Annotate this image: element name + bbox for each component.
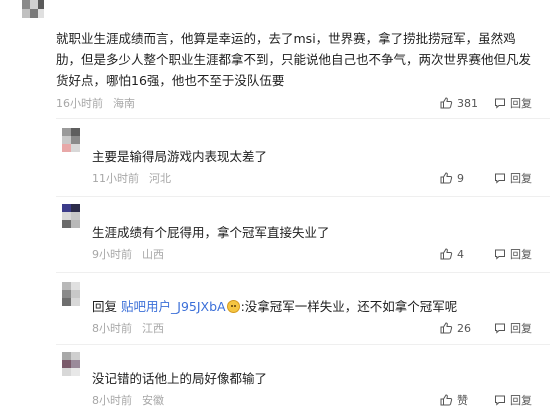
reply-label: 回复 <box>510 248 532 261</box>
comment-bubble-icon <box>495 98 505 109</box>
reply-actions: 4 回复 <box>440 246 532 262</box>
comment-actions: 381 回复 <box>440 95 532 111</box>
avatar[interactable] <box>62 128 80 152</box>
avatar-tile <box>71 136 80 144</box>
thumbs-up-icon <box>440 97 453 109</box>
reply-prefix: 回复 <box>92 299 118 314</box>
like-button[interactable]: 4 <box>440 248 480 261</box>
comment-bubble-icon <box>495 395 505 406</box>
avatar-tile <box>71 212 80 220</box>
comment-time: 16小时前 <box>56 97 103 110</box>
avatar[interactable] <box>62 352 80 376</box>
reply-location: 山西 <box>142 248 164 261</box>
divider <box>56 344 550 345</box>
reply-label: 回复 <box>510 322 532 335</box>
avatar-tile <box>71 204 80 212</box>
reply-time: 8小时前 <box>92 322 132 335</box>
avatar-tile <box>62 282 71 290</box>
thumbs-up-icon <box>440 172 453 184</box>
avatar-tile <box>71 282 80 290</box>
avatar-tile <box>71 290 80 298</box>
reply-location: 江西 <box>142 322 164 335</box>
like-count: 赞 <box>457 394 468 407</box>
reply-button[interactable]: 回复 <box>494 320 532 336</box>
like-count: 4 <box>457 247 464 261</box>
reply-actions: 26 回复 <box>440 320 532 336</box>
reply-button[interactable]: 回复 <box>494 170 532 186</box>
reply-time: 9小时前 <box>92 248 132 261</box>
like-count: 9 <box>457 171 464 185</box>
like-button[interactable]: 381 <box>440 97 480 110</box>
like-button[interactable]: 赞 <box>440 392 480 408</box>
reply-body: :没拿冠军一样失业，还不如拿个冠军呢 <box>240 299 458 314</box>
thumbs-up-icon <box>440 394 453 406</box>
thumbs-up-icon <box>440 248 453 260</box>
username-link[interactable]: 贴吧用户_J95JXbA <box>121 299 226 314</box>
divider <box>56 196 550 197</box>
avatar-tile <box>62 352 71 360</box>
divider <box>56 118 550 119</box>
avatar-tile <box>62 144 71 152</box>
reply-text: 生涯成绩有个屁得用，拿个冠军直接失业了 <box>92 225 330 240</box>
avatar-tile <box>71 128 80 136</box>
thumbs-up-icon <box>440 322 453 334</box>
avatar-tile <box>62 360 71 368</box>
like-button[interactable]: 9 <box>440 172 480 185</box>
avatar-tile <box>62 220 71 228</box>
avatar-tile <box>71 144 80 152</box>
reply-button[interactable]: 回复 <box>494 392 532 408</box>
like-count: 26 <box>457 321 471 335</box>
reply-text: 回复 贴吧用户_J95JXbA :没拿冠军一样失业，还不如拿个冠军呢 <box>92 296 457 315</box>
like-count: 381 <box>457 96 478 110</box>
comment-bubble-icon <box>495 323 505 334</box>
reply-location: 河北 <box>149 172 171 185</box>
reply-time: 11小时前 <box>92 172 139 185</box>
reply-button[interactable]: 回复 <box>494 246 532 262</box>
reply-actions: 赞 回复 <box>440 392 532 408</box>
reply-meta: 8小时前 安徽 <box>92 392 164 408</box>
reply-button[interactable]: 回复 <box>494 95 532 111</box>
avatar-tile <box>71 220 80 228</box>
divider <box>56 272 550 273</box>
avatar-tile <box>62 212 71 220</box>
reply-meta: 8小时前 江西 <box>92 320 164 336</box>
comment-bubble-icon <box>495 173 505 184</box>
avatar-tile <box>62 298 71 306</box>
reply-text: 没记错的话他上的局好像都输了 <box>92 371 268 386</box>
reply-text: 主要是输得局游戏内表现太差了 <box>92 149 268 164</box>
reply-location: 安徽 <box>142 394 164 407</box>
reply-actions: 9 回复 <box>440 170 532 186</box>
avatar[interactable] <box>62 204 80 228</box>
comment-meta: 16小时前 海南 <box>56 95 135 111</box>
reply-meta: 9小时前 山西 <box>92 246 164 262</box>
avatar-tile <box>62 290 71 298</box>
avatar-tile <box>71 360 80 368</box>
avatar-tile <box>71 368 80 376</box>
avatar-tile <box>62 136 71 144</box>
reply-time: 8小时前 <box>92 394 132 407</box>
like-button[interactable]: 26 <box>440 322 480 335</box>
avatar-tile <box>62 128 71 136</box>
reply-label: 回复 <box>510 394 532 407</box>
smiley-emoji-icon <box>226 300 240 313</box>
reply-label: 回复 <box>510 172 532 185</box>
reply-label: 回复 <box>510 97 532 110</box>
reply-meta: 11小时前 河北 <box>92 170 171 186</box>
avatar-tile <box>71 352 80 360</box>
avatar[interactable] <box>62 282 80 306</box>
avatar-tile <box>62 368 71 376</box>
avatar[interactable] <box>22 0 44 18</box>
avatar-tile <box>71 298 80 306</box>
comment-text: 就职业生涯成绩而言，他算是幸运的，去了msi，世界赛，拿了捞批捞冠军，虽然鸡肋，… <box>56 31 532 88</box>
comment-bubble-icon <box>495 249 505 260</box>
comment-location: 海南 <box>113 97 135 110</box>
avatar-tile <box>62 204 71 212</box>
